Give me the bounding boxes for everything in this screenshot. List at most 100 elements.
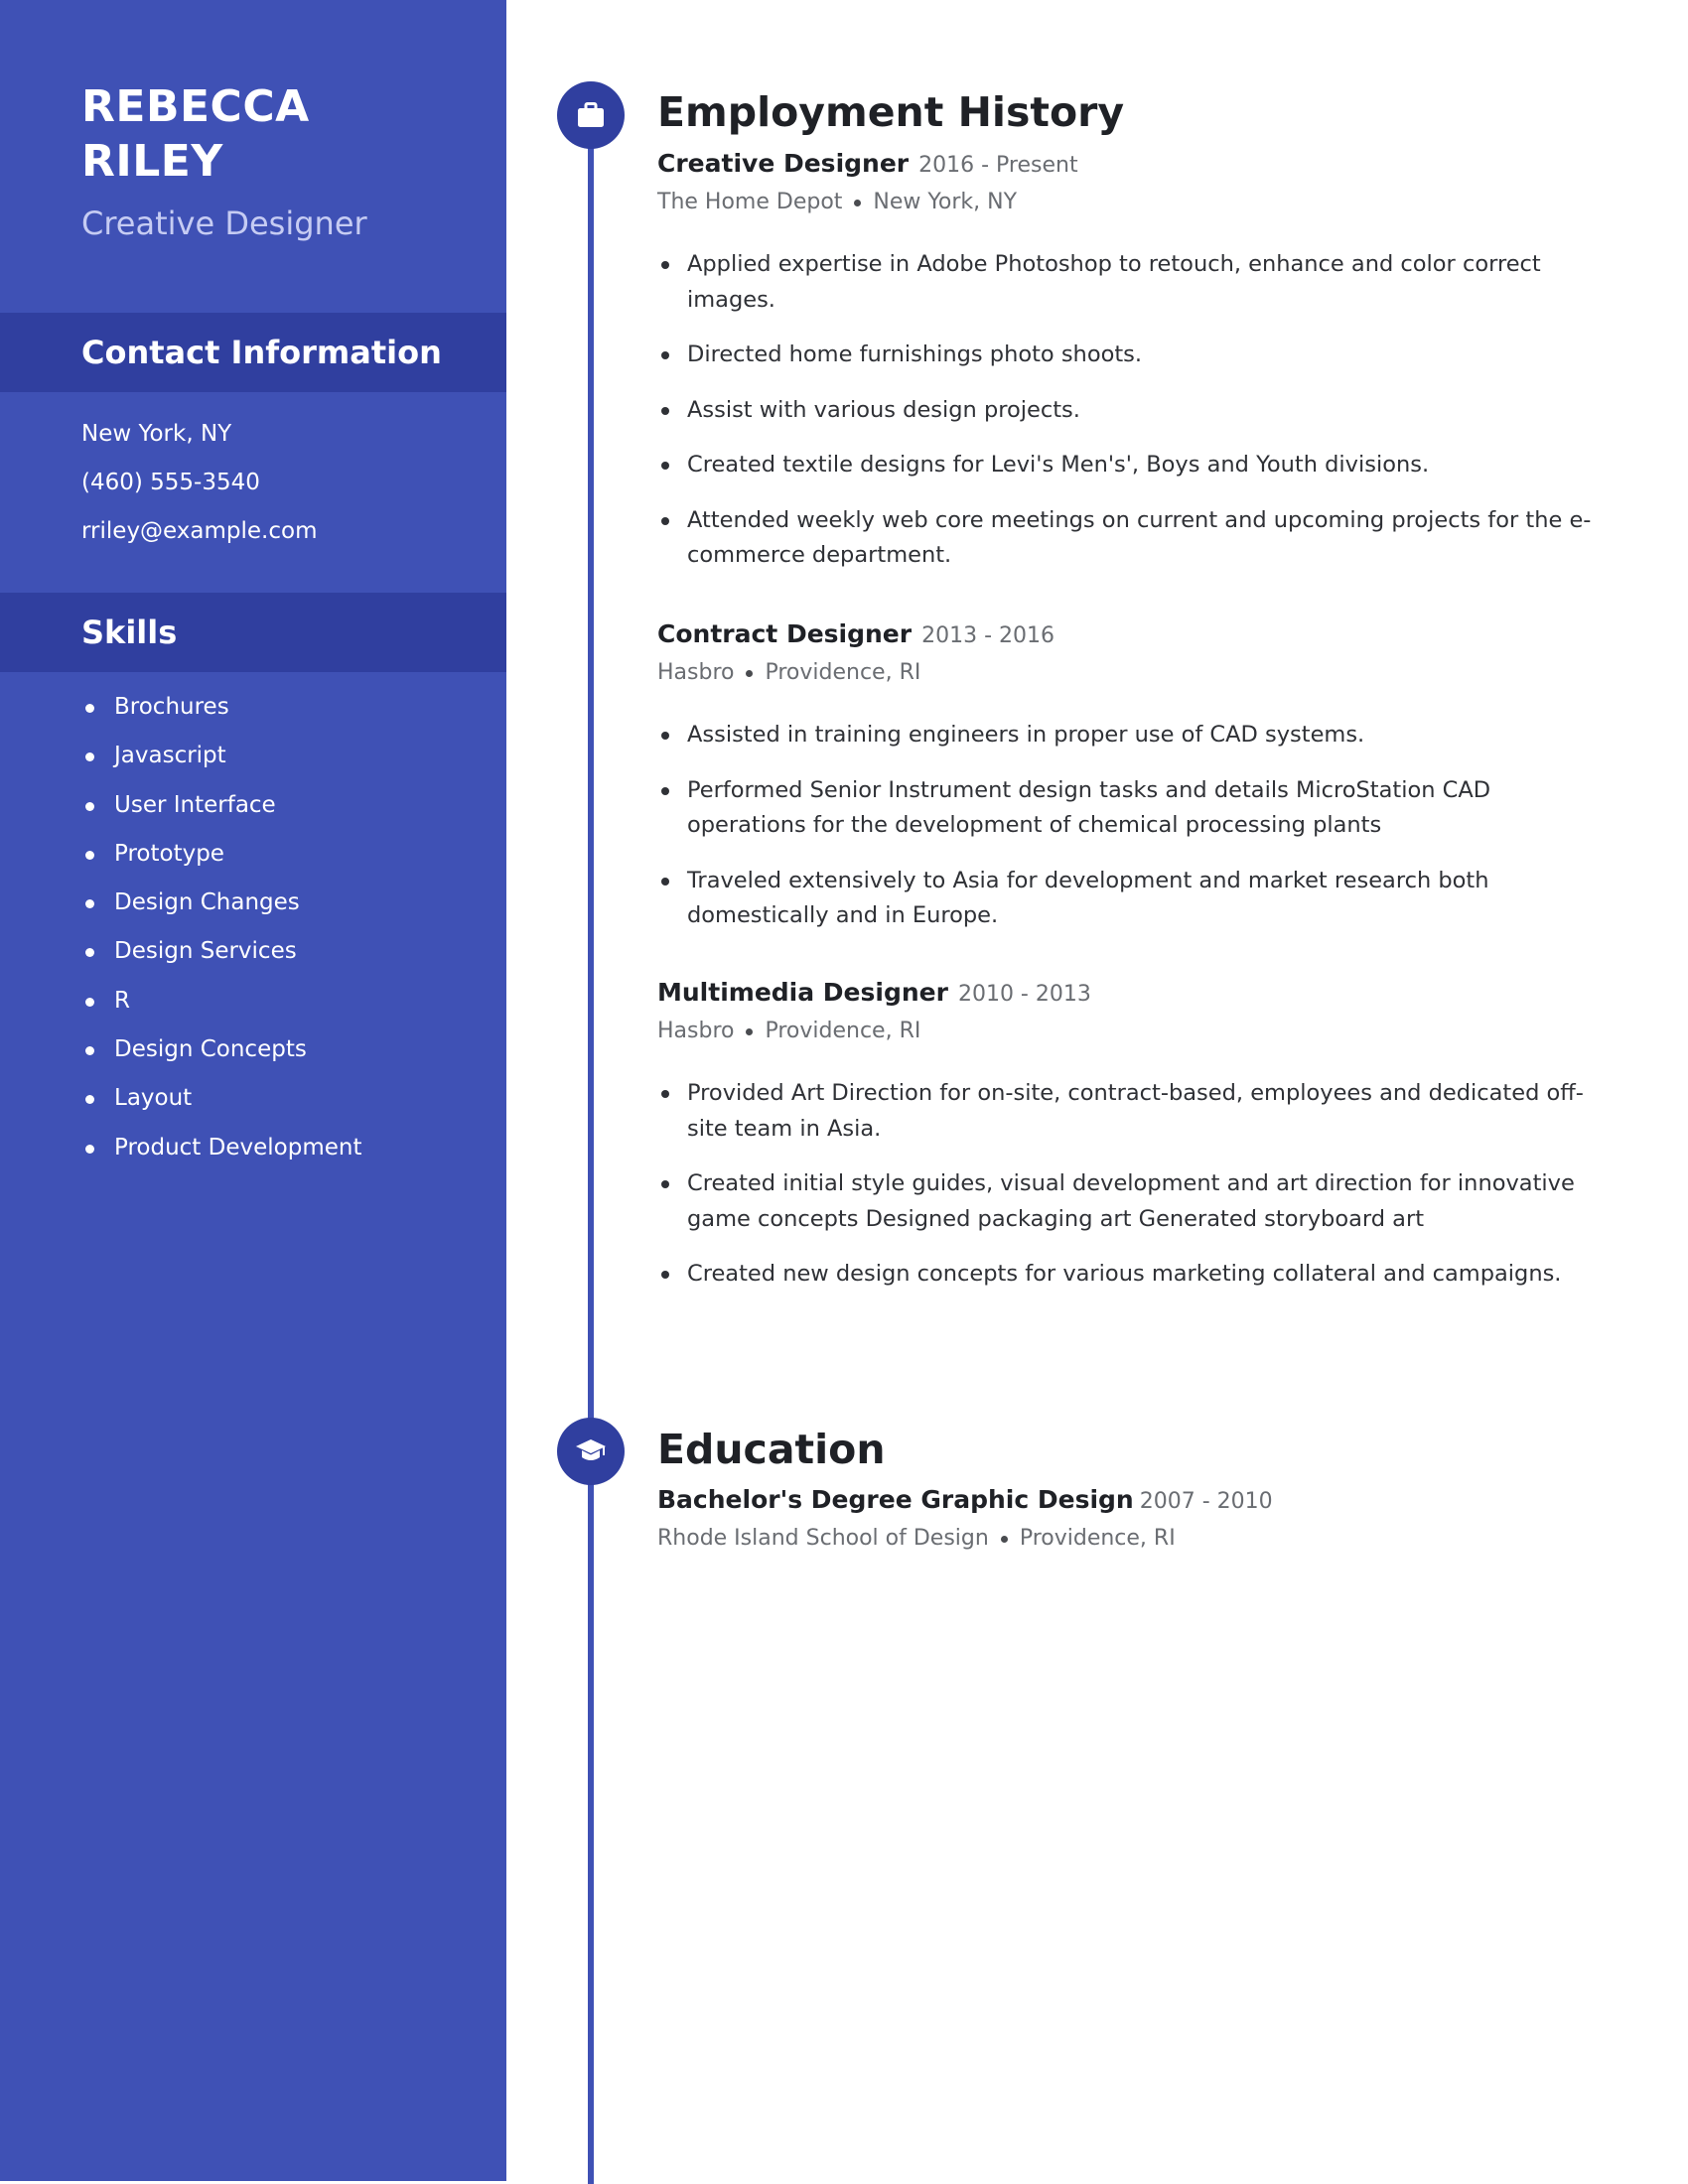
job-company: The Home Depot <box>657 190 843 214</box>
skills-heading-band: Skills <box>0 593 506 672</box>
skill-item: Product Development <box>81 1124 361 1172</box>
bullet-icon <box>661 261 669 269</box>
bullet-text: Created new design concepts for various … <box>687 1261 1562 1287</box>
job-bullets: Provided Art Direction for on-site, cont… <box>657 1076 1611 1293</box>
separator-dot-icon <box>746 1027 754 1035</box>
bullet-icon <box>661 732 669 740</box>
job-title: Multimedia Designer <box>657 978 948 1007</box>
bullet-icon <box>85 1095 94 1105</box>
bullet-icon <box>85 801 94 811</box>
job-bullet: Created new design concepts for various … <box>657 1257 1611 1293</box>
name-first: REBECCA <box>81 81 310 132</box>
bullet-icon <box>661 351 669 359</box>
bullet-icon <box>661 1180 669 1188</box>
skill-item: Javascript <box>81 732 361 780</box>
skill-label: Design Services <box>114 938 297 965</box>
job-entry: Multimedia Designer 2010 - 2013 Hasbro Pro… <box>657 976 1611 1312</box>
job-bullet: Created textile designs for Levi's Men's… <box>657 448 1611 483</box>
skill-item: R <box>81 977 361 1025</box>
job-location: Providence, RI <box>765 660 921 685</box>
job-company-line: The Home Depot New York, NY <box>657 184 1611 221</box>
bullet-icon <box>85 850 94 860</box>
bullet-icon <box>85 1144 94 1154</box>
job-dates: 2016 - Present <box>918 153 1078 178</box>
school-name: Rhode Island School of Design <box>657 1526 989 1551</box>
skill-label: Prototype <box>114 840 224 867</box>
bullet-text: Performed Senior Instrument design tasks… <box>687 776 1491 839</box>
job-entry: Creative Designer 2016 - Present The Home… <box>657 147 1611 594</box>
name-last: RILEY <box>81 136 223 187</box>
job-entry: Contract Designer 2013 - 2016 Hasbro Provi… <box>657 617 1611 954</box>
bullet-icon <box>85 948 94 958</box>
skills-heading: Skills <box>81 614 178 651</box>
bullet-icon <box>661 1090 669 1098</box>
job-bullet: Applied expertise in Adobe Photoshop to … <box>657 247 1611 318</box>
bullet-icon <box>661 516 669 525</box>
skill-label: Brochures <box>114 694 229 720</box>
job-dates: 2013 - 2016 <box>921 623 1055 648</box>
education-heading: Education <box>657 1426 886 1473</box>
bullet-text: Assisted in training engineers in proper… <box>687 722 1365 748</box>
separator-dot-icon <box>854 199 862 206</box>
candidate-name: REBECCA RILEY <box>81 79 479 189</box>
briefcase-icon <box>557 81 625 149</box>
job-header: Multimedia Designer 2010 - 2013 <box>657 976 1611 1013</box>
job-bullet: Assist with various design projects. <box>657 393 1611 429</box>
job-header: Contract Designer 2013 - 2016 <box>657 617 1611 654</box>
job-company-line: Hasbro Providence, RI <box>657 1013 1611 1050</box>
job-location: New York, NY <box>873 190 1018 214</box>
job-bullet: Created initial style guides, visual dev… <box>657 1166 1611 1237</box>
education-school-line: Rhode Island School of Design Providence,… <box>657 1520 1611 1558</box>
degree-title: Bachelor's Degree Graphic Design <box>657 1485 1134 1514</box>
bullet-text: Created initial style guides, visual dev… <box>687 1170 1575 1232</box>
bullet-icon <box>661 786 669 795</box>
job-bullet: Performed Senior Instrument design tasks… <box>657 773 1611 844</box>
contact-email[interactable]: rriley@example.com <box>81 507 317 556</box>
skill-label: Design Changes <box>114 889 300 916</box>
bullet-icon <box>661 1271 669 1279</box>
skill-item: Brochures <box>81 683 361 732</box>
skill-item: Design Services <box>81 927 361 976</box>
timeline-line <box>588 144 594 2184</box>
bullet-icon <box>661 462 669 470</box>
bullet-text: Applied expertise in Adobe Photoshop to … <box>687 251 1541 313</box>
skill-label: Javascript <box>114 743 226 769</box>
skill-item: User Interface <box>81 781 361 830</box>
separator-dot-icon <box>1000 1535 1008 1543</box>
contact-heading: Contact Information <box>81 334 442 371</box>
separator-dot-icon <box>746 669 754 677</box>
skills-list: Brochures Javascript User Interface Prot… <box>81 683 361 1172</box>
job-bullets: Applied expertise in Adobe Photoshop to … <box>657 247 1611 574</box>
job-bullets: Assisted in training engineers in proper… <box>657 718 1611 934</box>
skill-item: Design Changes <box>81 879 361 927</box>
job-location: Providence, RI <box>765 1019 921 1043</box>
candidate-role: Creative Designer <box>81 205 367 242</box>
bullet-text: Directed home furnishings photo shoots. <box>687 341 1143 367</box>
job-title: Contract Designer <box>657 619 913 648</box>
bullet-icon <box>661 877 669 886</box>
job-company: Hasbro <box>657 660 735 685</box>
contact-phone[interactable]: (460) 555-3540 <box>81 459 317 507</box>
bullet-icon <box>85 752 94 762</box>
bullet-icon <box>85 899 94 909</box>
skill-item: Layout <box>81 1074 361 1123</box>
bullet-icon <box>85 1046 94 1056</box>
skill-item: Prototype <box>81 830 361 879</box>
bullet-text: Assist with various design projects. <box>687 396 1080 423</box>
bullet-text: Attended weekly web core meetings on cur… <box>687 506 1592 569</box>
job-bullet: Provided Art Direction for on-site, cont… <box>657 1076 1611 1147</box>
school-location: Providence, RI <box>1019 1526 1176 1551</box>
skill-label: R <box>114 987 130 1014</box>
skill-label: Product Development <box>114 1134 362 1160</box>
education-dates: 2007 - 2010 <box>1139 1489 1273 1514</box>
skill-item: Design Concepts <box>81 1025 361 1074</box>
bullet-text: Traveled extensively to Asia for develop… <box>687 867 1489 929</box>
sidebar: REBECCA RILEY Creative Designer Contact … <box>0 0 506 2181</box>
contact-location: New York, NY <box>81 421 232 447</box>
contact-list: New York, NY (460) 555-3540 rriley@examp… <box>81 410 317 556</box>
job-bullet: Assisted in training engineers in proper… <box>657 718 1611 753</box>
education-header: Bachelor's Degree Graphic Design 2007 - 2… <box>657 1483 1611 1520</box>
job-bullet: Attended weekly web core meetings on cur… <box>657 503 1611 574</box>
skill-label: Layout <box>114 1085 193 1112</box>
bullet-icon <box>85 997 94 1007</box>
